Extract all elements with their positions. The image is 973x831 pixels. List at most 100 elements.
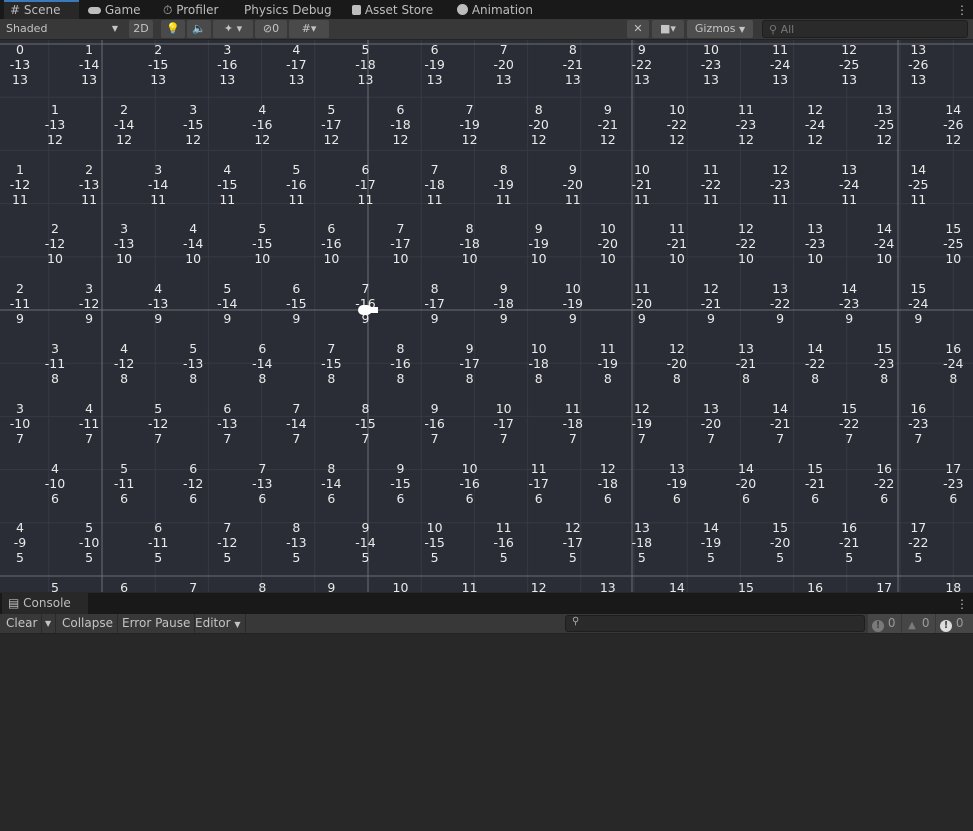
coordinate-value: -20 [700, 415, 722, 431]
hex-coordinate-label: 15 -21 6 [785, 461, 845, 506]
coordinate-value: 5 [154, 550, 163, 566]
coordinate-value: 9 [499, 311, 508, 327]
coordinate-value: 11 [772, 191, 789, 207]
coordinate-value: 8 [258, 580, 267, 592]
coordinate-value: 9 [430, 311, 439, 327]
tab-physics-debug[interactable]: Physics Debug [238, 0, 338, 19]
warning-count-toggle[interactable]: ▲ 0 [902, 614, 935, 633]
more-options-icon[interactable]: ⋮ [950, 0, 973, 19]
tools-icon[interactable]: ✕ [627, 20, 649, 38]
tab-scene[interactable]: # Scene [4, 0, 79, 19]
hex-coordinate-label: 9 -21 12 [578, 102, 638, 147]
console-log-area[interactable] [0, 634, 973, 831]
coordinate-value: 13 [910, 42, 927, 57]
collapse-button[interactable]: Collapse [58, 614, 118, 633]
coordinate-value: -15 [252, 236, 273, 252]
coordinate-value: 5 [361, 550, 370, 566]
coordinate-value: -18 [528, 356, 549, 371]
coordinate-value: -17 [390, 236, 411, 252]
coordinate-value: 16 [876, 460, 893, 476]
coordinate-value: 14 [703, 520, 719, 536]
coordinate-value: 11 [738, 101, 754, 117]
coordinate-value: 10 [807, 251, 824, 267]
coordinate-value: -14 [182, 236, 204, 252]
error-count-toggle[interactable]: ! 0 [936, 614, 973, 633]
coordinate-value: 7 [499, 42, 508, 57]
coordinate-value: 8 [430, 281, 439, 297]
coordinate-value: 15 [807, 460, 824, 476]
tab-profiler[interactable]: ⏱ Profiler [157, 0, 224, 19]
log-count-toggle[interactable]: ! 0 [868, 614, 901, 633]
hex-coordinate-label: 13 -22 9 [750, 281, 810, 326]
error-icon: ! [940, 620, 952, 632]
coordinate-value: -18 [562, 415, 583, 431]
coordinate-value: 5 [223, 281, 232, 297]
coordinate-value: -19 [424, 57, 445, 72]
coordinate-value: 9 [361, 520, 370, 536]
coordinate-value: 5 [327, 101, 336, 117]
hex-coordinate-label: 6 -17 11 [336, 162, 396, 207]
coordinate-value: -22 [804, 356, 826, 371]
clear-options-chevron-icon[interactable]: ▼ [41, 614, 57, 633]
coordinate-value: 9 [637, 311, 646, 327]
hex-coordinate-label: 12 -24 12 [785, 102, 845, 147]
tab-console[interactable]: ▤ Console [2, 593, 88, 614]
editor-dropdown[interactable]: Editor ▼ [191, 614, 246, 633]
lighting-toggle-icon[interactable]: 💡 [161, 20, 185, 38]
coordinate-value: 11 [703, 161, 719, 177]
shading-mode-dropdown[interactable]: Shaded ▼ [2, 20, 122, 38]
coordinate-value: 8 [534, 101, 543, 117]
coordinate-value: 12 [668, 131, 685, 147]
more-options-icon[interactable]: ⋮ [950, 594, 973, 613]
camera-dropdown-icon[interactable]: ■▾ [652, 20, 684, 38]
hex-coordinate-label: 9 -18 9 [474, 281, 534, 326]
camera-gizmo-icon[interactable] [356, 302, 378, 318]
stopwatch-icon: ⏱ [163, 3, 173, 17]
coordinate-value: 6 [949, 490, 958, 506]
hex-coordinate-label: 2 -15 13 [128, 42, 188, 87]
coordinate-value: -16 [252, 116, 273, 132]
effects-dropdown-icon[interactable]: ✦ ▾ [213, 20, 253, 38]
coordinate-value: -15 [355, 415, 376, 431]
coordinate-value: 13 [633, 72, 650, 87]
gizmos-dropdown[interactable]: Gizmos ▼ [687, 20, 753, 38]
coordinate-value: 11 [219, 191, 236, 207]
coordinate-value: -21 [735, 356, 757, 371]
coordinate-value: 10 [633, 161, 650, 177]
tab-asset-store[interactable]: Asset Store [346, 0, 439, 19]
coordinate-value: 11 [841, 191, 858, 207]
scene-viewport[interactable]: 0 -13 13 1 -14 13 2 -15 13 3 -16 13 4 -17 13 5 -18 13 6 -19… [0, 40, 973, 592]
coordinate-value: 7 [430, 161, 439, 177]
tab-animation[interactable]: Animation [451, 0, 539, 19]
coordinate-value: 14 [910, 161, 927, 177]
coordinate-value: -12 [44, 236, 66, 252]
coordinate-value: 10 [47, 251, 63, 267]
error-pause-button[interactable]: Error Pause [118, 614, 196, 633]
coordinate-value: 7 [16, 430, 24, 446]
coordinate-value: 12 [945, 131, 962, 147]
console-search-input[interactable]: ⚲ [565, 615, 865, 632]
coordinate-value: -18 [493, 296, 514, 312]
grid-dropdown-icon[interactable]: #▾ [289, 20, 329, 38]
clear-button[interactable]: Clear [2, 614, 43, 633]
coordinate-value: 6 [672, 490, 681, 506]
coordinate-value: 13 [807, 221, 824, 237]
coordinate-value: 13 [772, 281, 789, 297]
coordinate-value: -26 [908, 57, 929, 72]
coordinate-value: 7 [223, 430, 232, 446]
coordinate-value: 12 [116, 131, 133, 147]
tab-game[interactable]: Game [82, 0, 147, 19]
scene-search-input[interactable]: ⚲ All [762, 20, 968, 38]
hidden-objects-toggle[interactable]: ⊘0 [255, 20, 287, 38]
coordinate-value: 8 [189, 371, 198, 386]
coordinate-value: 6 [396, 101, 405, 117]
coordinate-value: 10 [392, 251, 409, 267]
audio-toggle-icon[interactable]: 🔈 [187, 20, 211, 38]
coordinate-value: -21 [666, 236, 688, 252]
2d-toggle[interactable]: 2D [129, 20, 153, 38]
coordinate-value: -19 [631, 415, 653, 431]
hex-coordinate-label: 5 -11 6 [94, 461, 154, 506]
chevron-down-icon: ▼ [111, 24, 118, 33]
hex-coordinate-label: 2 -11 9 [0, 281, 50, 326]
coordinate-value: -13 [113, 236, 135, 252]
